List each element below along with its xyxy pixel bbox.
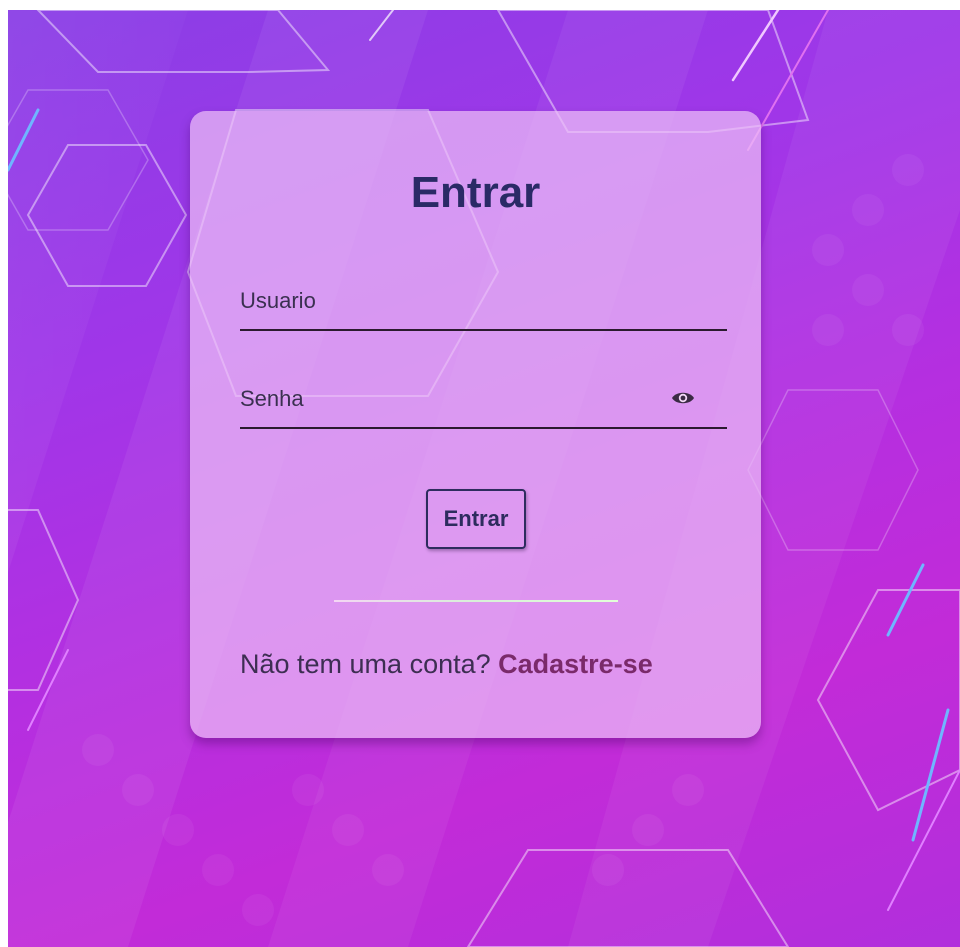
page-background: Entrar Entrar Não tem uma conta? Cadastr…: [8, 10, 960, 947]
password-input[interactable]: [240, 379, 660, 419]
login-submit-button[interactable]: Entrar: [426, 489, 526, 549]
login-title: Entrar: [410, 168, 541, 217]
signup-text: Não tem uma conta? Cadastre-se: [240, 649, 653, 680]
signup-link[interactable]: Cadastre-se: [498, 649, 653, 679]
signup-prompt: Não tem uma conta?: [240, 649, 499, 679]
login-card: Entrar Entrar Não tem uma conta? Cadastr…: [190, 111, 761, 738]
divider: [334, 600, 618, 602]
username-input[interactable]: [240, 281, 660, 321]
password-field-group: [240, 379, 727, 429]
username-field-group: [240, 281, 727, 331]
eye-icon[interactable]: [671, 389, 695, 407]
